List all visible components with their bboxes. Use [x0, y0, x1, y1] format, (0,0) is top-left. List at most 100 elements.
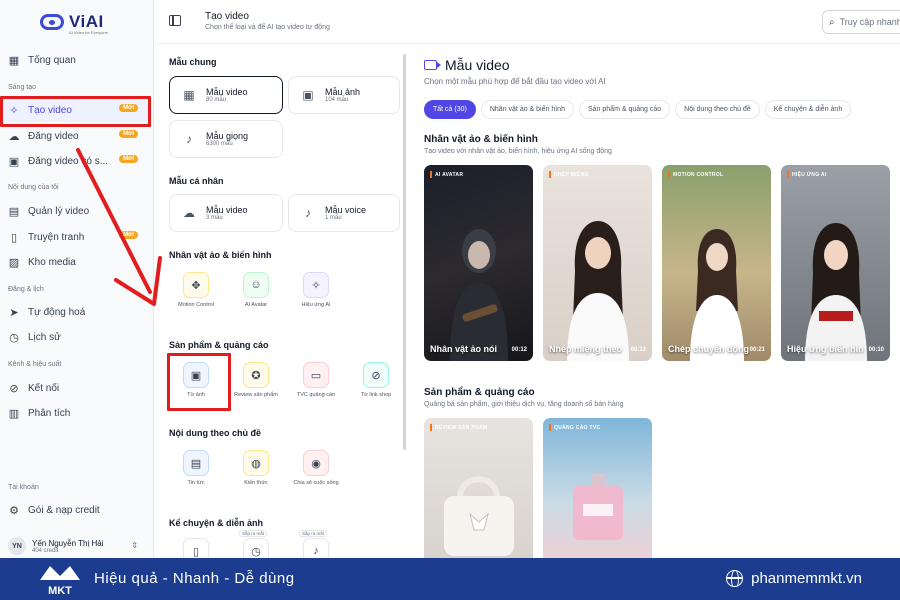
- card-caption: Hiệu ứng biến hìn: [787, 344, 864, 354]
- search-placeholder: Truy cập nhanh: [839, 17, 900, 27]
- star-icon: ✪: [243, 362, 269, 388]
- footer-slogan: Hiệu quả - Nhanh - Dễ dùng: [94, 570, 295, 587]
- logo-icon: [40, 14, 64, 30]
- sidebar-item-history[interactable]: ◷ Lịch sử: [0, 325, 150, 349]
- personal-card-voice[interactable]: ♪ Mẫu voice 1 mẫu: [288, 194, 400, 232]
- page-subtitle: Chọn thể loại và để AI tạo video tự động: [205, 24, 330, 31]
- sidebar-item-manage-video[interactable]: ▤ Quản lý video: [0, 199, 150, 223]
- link-icon: ⊘: [363, 362, 389, 388]
- template-card-voice[interactable]: ♪ Mẫu giọng 6300 mẫu: [169, 120, 283, 158]
- sidebar-item-connect[interactable]: ⊘ Kết nối: [0, 376, 150, 400]
- product-section-heading: Sản phẩm & quảng cáo: [169, 340, 269, 350]
- common-templates-heading: Mẫu chung: [169, 57, 217, 67]
- grid-icon: ▦: [183, 88, 195, 102]
- tool-story[interactable]: ▯: [171, 538, 221, 558]
- template-card-video[interactable]: ▦ Mẫu video 80 mẫu: [169, 76, 283, 114]
- microphone-icon: ♪: [186, 132, 192, 146]
- video-card-tvc-ads[interactable]: QUẢNG CÁO TVC: [543, 418, 652, 558]
- template-gallery: Mẫu video Chọn một mẫu phù hợp để bắt đầ…: [410, 44, 900, 558]
- film-icon: ▤: [8, 205, 20, 218]
- gallery-title: Mẫu video: [424, 57, 510, 73]
- sidebar-item-credit[interactable]: ⚙ Gói & nạp credit: [0, 498, 150, 522]
- highlight-box: [0, 96, 151, 127]
- chip-avatar[interactable]: Nhân vật ảo & biến hình: [480, 100, 574, 119]
- video-camera-icon: [424, 60, 441, 70]
- video-card-ai-avatar[interactable]: AI AVATAR Nhân vật ảo nói 00:12: [424, 165, 533, 361]
- tool-ai-effects[interactable]: ✧ Hiệu ứng AI: [291, 272, 341, 309]
- video-card-motion-control[interactable]: MOTION CONTROL Chép chuyển động 00:21: [662, 165, 771, 361]
- search-input[interactable]: ⌕ Truy cập nhanh: [822, 10, 900, 34]
- section-product-subtitle: Quảng bá sản phẩm, giới thiệu dịch vụ, t…: [424, 401, 624, 408]
- card-duration: 00:12: [630, 347, 646, 353]
- video-card-product-review[interactable]: REVIEW SẢN PHẨM: [424, 418, 533, 558]
- sidebar-item-post-video[interactable]: ☁ Đăng video Mới: [0, 124, 150, 148]
- upload-cloud-icon: ☁: [8, 130, 20, 143]
- card-tag: HIỆU ỨNG AI: [787, 171, 827, 178]
- brand-logo[interactable]: ViAI: [40, 12, 104, 32]
- sidebar-item-media[interactable]: ▨ Kho media: [0, 250, 150, 274]
- sidebar-item-post-video-schedule[interactable]: ▣ Đăng video có s... Mới: [0, 149, 150, 173]
- tool-shop-link[interactable]: ⊘ Từ link shop: [351, 362, 401, 399]
- user-credit: 404 credit: [32, 547, 59, 554]
- card-tag: AI AVATAR: [430, 171, 463, 178]
- personal-card-video[interactable]: ☁ Mẫu video 3 mẫu: [169, 194, 283, 232]
- card-tag: REVIEW SẢN PHẨM: [430, 424, 487, 431]
- video-card-lip-sync[interactable]: NHÉP MIỆNG Nhép miệng theo 00:12: [543, 165, 652, 361]
- card-tag: NHÉP MIỆNG: [549, 171, 589, 178]
- user-profile[interactable]: YN Yến Nguyễn Thị Hải 404 credit ⇕: [0, 534, 150, 558]
- video-card-ai-effects[interactable]: HIỆU ỨNG AI Hiệu ứng biến hìn 00:10: [781, 165, 890, 361]
- card-caption: Nhép miệng theo: [549, 344, 623, 354]
- chevron-updown-icon: ⇕: [131, 541, 138, 550]
- chip-all[interactable]: Tất cả (30): [424, 100, 476, 119]
- section-label-publish: Đăng & lịch: [8, 286, 44, 293]
- book-icon: ▯: [183, 538, 209, 558]
- tool-coming-soon-2: Sắp ra mắt ♪: [291, 530, 341, 558]
- sidebar-item-automation[interactable]: ➤ Tự động hoá: [0, 300, 150, 324]
- send-icon: ➤: [9, 306, 19, 319]
- header: Tạo video Chọn thể loại và để AI tạo vid…: [155, 0, 900, 44]
- new-badge: Mới: [119, 130, 138, 138]
- new-badge: Mới: [119, 231, 138, 239]
- tool-life-sharing[interactable]: ◉ Chia sẻ cuộc sống: [291, 450, 341, 487]
- brand-name: ViAI: [69, 12, 104, 31]
- topic-section-heading: Nội dung theo chủ đề: [169, 428, 261, 438]
- highlight-box: [167, 353, 231, 411]
- sidebar-item-comics[interactable]: ▯ Truyện tranh Mới: [0, 225, 150, 249]
- sidebar-item-analytics[interactable]: ▥ Phân tích: [0, 401, 150, 425]
- card-caption: Nhân vật ảo nói: [430, 344, 498, 354]
- upload-cloud-icon: ☁: [183, 206, 195, 220]
- footer-website[interactable]: phanmemmkt.vn: [726, 570, 862, 587]
- mkt-logo: MKT: [40, 566, 80, 596]
- handbag-thumbnail: [444, 476, 514, 556]
- svg-text:MKT: MKT: [48, 585, 72, 596]
- promo-footer: MKT Hiệu quả - Nhanh - Dễ dùng phanmemmk…: [0, 558, 900, 600]
- avatar-icon: ☺: [243, 272, 269, 298]
- grid-icon: ▦: [8, 54, 20, 67]
- bar-chart-icon: ▥: [8, 407, 20, 420]
- tool-news[interactable]: ▤ Tin tức: [171, 450, 221, 487]
- coming-soon-tag: Sắp ra mắt: [239, 530, 268, 537]
- image-icon: ▣: [302, 88, 314, 102]
- clock-icon: ◷: [243, 538, 269, 558]
- chip-story[interactable]: Kể chuyện & diễn ảnh: [764, 100, 852, 119]
- template-card-image[interactable]: ▣ Mẫu ảnh 104 mẫu: [288, 76, 400, 114]
- link-icon: ⊘: [9, 382, 19, 395]
- tool-tvc-ads[interactable]: ▭ TVC quảng cáo: [291, 362, 341, 399]
- tool-motion-control[interactable]: ✥ Motion Control: [171, 272, 221, 309]
- avatar-section-heading: Nhân vật ảo & biến hình: [169, 250, 272, 260]
- image-library-icon: ▨: [8, 256, 20, 269]
- page-title: Tạo video: [205, 11, 249, 22]
- sidebar-toggle-icon[interactable]: [169, 15, 181, 26]
- tool-ai-avatar[interactable]: ☺ AI Avatar: [231, 272, 281, 309]
- chip-topic[interactable]: Nội dung theo chủ đề: [675, 100, 760, 119]
- chip-product[interactable]: Sản phẩm & quảng cáo: [578, 100, 671, 119]
- category-scrollbar[interactable]: [403, 54, 406, 450]
- search-icon: ⌕: [829, 16, 835, 28]
- gallery-subtitle: Chọn một mẫu phù hợp để bắt đầu tạo vide…: [424, 77, 606, 86]
- sidebar-item-overview[interactable]: ▦ Tổng quan: [0, 48, 150, 72]
- tool-knowledge[interactable]: ◍ Kiến thức: [231, 450, 281, 487]
- tool-product-review[interactable]: ✪ Review sản phẩm: [231, 362, 281, 399]
- gear-icon: ⚙: [9, 504, 19, 517]
- music-icon: ♪: [303, 538, 329, 558]
- story-section-heading: Kể chuyện & diễn ảnh: [169, 518, 264, 528]
